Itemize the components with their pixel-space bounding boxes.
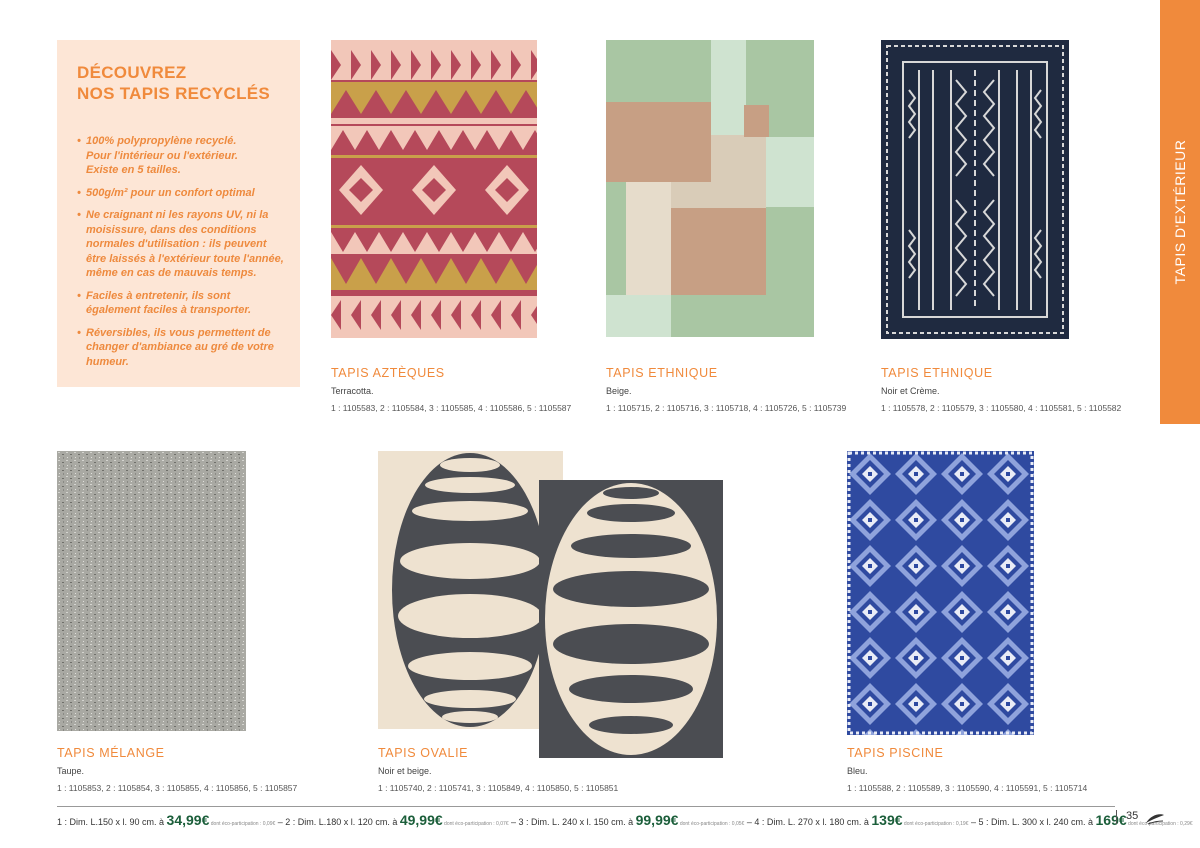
product-color: Beige. <box>606 386 632 396</box>
page-number-separator <box>1116 810 1117 824</box>
footer-dims: – 2 : Dim. L.180 x l. 120 cm. à <box>275 817 400 827</box>
product-color: Noir et beige. <box>378 766 432 776</box>
footer-price: 99,99€ <box>635 812 679 828</box>
footer-price: 34,99€ <box>166 812 210 828</box>
product-color: Noir et Crème. <box>881 386 940 396</box>
oval-rug-image <box>378 451 723 758</box>
black-ethnic-rug-image <box>881 40 1069 339</box>
product-refs: 1 : 1105578, 2 : 1105579, 3 : 1105580, 4… <box>881 403 1122 413</box>
product-title: TAPIS ETHNIQUE <box>881 366 993 380</box>
side-tab: TAPIS D'EXTÉRIEUR <box>1160 0 1200 424</box>
footer-dims: 1 : Dim. L.150 x l. 90 cm. à <box>57 817 167 827</box>
product-refs: 1 : 1105853, 2 : 1105854, 3 : 1105855, 4… <box>57 783 298 793</box>
promo-title-line2: NOS TAPIS RECYCLÉS <box>77 84 271 103</box>
footer-dims: – 5 : Dim. L. 300 x l. 240 cm. à <box>968 817 1096 827</box>
patchwork-rug-image <box>606 40 814 337</box>
product-color: Bleu. <box>847 766 868 776</box>
footer-eco: dont éco-participation : 0,19€ <box>902 821 969 827</box>
footer-price: 169€ <box>1095 812 1127 828</box>
product-title: TAPIS ETHNIQUE <box>606 366 718 380</box>
aztec-rug-image <box>331 40 537 338</box>
footer-dims: – 4 : Dim. L. 270 x l. 180 cm. à <box>744 817 872 827</box>
product-title: TAPIS PISCINE <box>847 746 944 760</box>
promo-bullet: Réversibles, ils vous permettent de chan… <box>77 326 276 370</box>
product-title: TAPIS AZTÈQUES <box>331 366 445 380</box>
product-refs: 1 : 1105588, 2 : 1105589, 3 : 1105590, 4… <box>847 783 1088 793</box>
product-title: TAPIS OVALIE <box>378 746 469 760</box>
footer-divider <box>57 806 1115 807</box>
footer-dims: – 3 : Dim. L. 240 x l. 150 cm. à <box>508 817 636 827</box>
product-refs: 1 : 1105583, 2 : 1105584, 3 : 1105585, 4… <box>331 403 572 413</box>
footer-pricing: 1 : Dim. L.150 x l. 90 cm. à 34,99€ dont… <box>57 812 1193 828</box>
product-title: TAPIS MÉLANGE <box>57 746 165 760</box>
footer-price: 139€ <box>871 812 903 828</box>
promo-bullet: 500g/m² pour un confort optimal <box>77 186 280 201</box>
product-color: Taupe. <box>57 766 85 776</box>
promo-bullet: 100% polypropylène recyclé. Pour l'intér… <box>77 134 256 178</box>
promo-title-line1: DÉCOUVREZ <box>77 63 187 82</box>
product-color: Terracotta. <box>331 386 374 396</box>
footer-eco: dont éco-participation : 0,07€ <box>442 821 509 827</box>
product-refs: 1 : 1105740, 2 : 1105741, 3 : 1105849, 4… <box>378 783 619 793</box>
promo-bullet-list: 100% polypropylène recyclé. Pour l'intér… <box>77 134 284 370</box>
footer-eco: dont éco-participation : 0,09€ <box>209 821 276 827</box>
footer-eco: dont éco-participation : 0,05€ <box>678 821 745 827</box>
promo-box: DÉCOUVREZ NOS TAPIS RECYCLÉS 100% polypr… <box>57 40 300 387</box>
side-tab-label: TAPIS D'EXTÉRIEUR <box>1172 139 1188 285</box>
blue-diamond-rug-image <box>847 451 1034 735</box>
promo-title: DÉCOUVREZ NOS TAPIS RECYCLÉS <box>77 62 280 104</box>
melange-rug-image <box>57 451 246 731</box>
promo-bullet: Faciles à entretenir, ils sont également… <box>77 289 256 318</box>
product-refs: 1 : 1105715, 2 : 1105716, 3 : 1105718, 4… <box>606 403 847 413</box>
leaf-icon <box>1145 812 1165 830</box>
promo-bullet: Ne craignant ni les rayons UV, ni la moi… <box>77 208 286 281</box>
page-number: 35 <box>1126 810 1139 822</box>
footer-price: 49,99€ <box>399 812 443 828</box>
